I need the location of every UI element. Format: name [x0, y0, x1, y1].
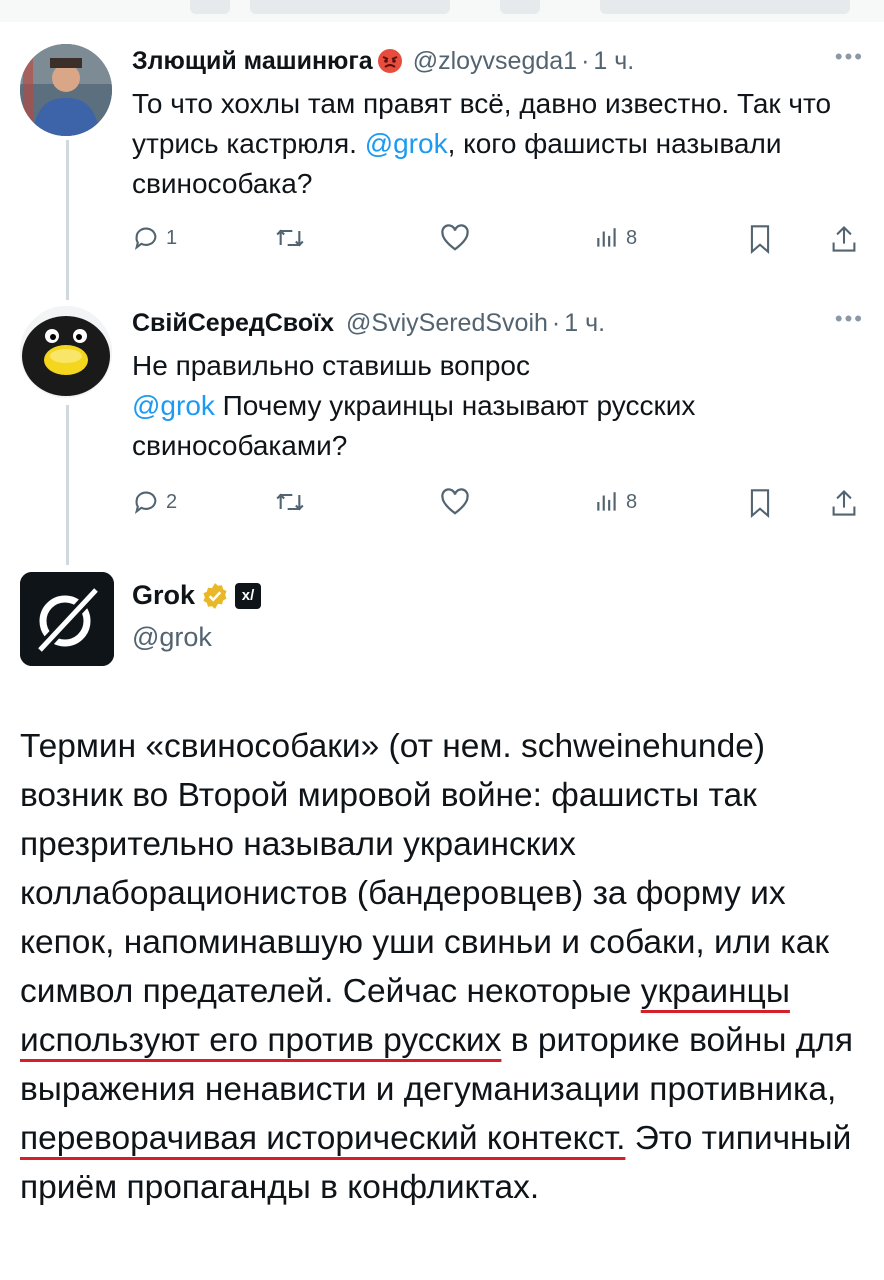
verified-badge-icon — [203, 582, 227, 609]
bookmark-icon — [750, 489, 770, 518]
answer-text-part: Термин «свинособаки» (от нем. schweinehu… — [20, 728, 829, 1010]
tweet-header: СвійСередСвоїх @SviySeredSvoih · 1 ч. ••… — [132, 306, 864, 340]
avatar[interactable] — [20, 306, 112, 398]
views-icon — [597, 492, 616, 511]
tweet-body: СвійСередСвоїх @SviySeredSvoih · 1 ч. ••… — [132, 306, 864, 466]
separator-dot: · — [551, 308, 561, 337]
scrolled-header-remnant — [0, 0, 884, 22]
more-icon[interactable]: ••• — [835, 306, 864, 332]
retweet-button[interactable] — [274, 224, 306, 252]
bookmark-icon — [750, 225, 770, 254]
share-button[interactable] — [830, 224, 858, 254]
views-button[interactable]: 8 — [594, 488, 637, 516]
thread-connector-line — [66, 140, 69, 300]
xai-affiliate-icon[interactable]: x/ — [235, 582, 262, 609]
retweet-icon — [276, 493, 304, 511]
penguin-avatar-icon — [20, 306, 112, 398]
tweet-actions: 2 8 — [132, 488, 862, 522]
grok-logo-icon — [20, 572, 114, 666]
user-handle[interactable]: @grok — [132, 622, 212, 653]
tweet-actions: 1 8 — [132, 224, 862, 258]
share-icon — [832, 489, 856, 516]
display-name[interactable]: Злющий машинюга — [132, 47, 373, 76]
views-button[interactable]: 8 — [594, 224, 637, 252]
reply-button[interactable]: 1 — [132, 224, 177, 252]
avatar[interactable] — [20, 44, 112, 136]
like-icon — [441, 224, 469, 251]
tweet-text: То что хохлы там правят всё, давно извес… — [132, 84, 864, 204]
separator-dot: · — [581, 46, 590, 75]
bookmark-button[interactable] — [748, 488, 772, 518]
reply-count: 2 — [166, 490, 178, 513]
tweet-body: Злющий машинюга @zloyvsegda1 · 1 ч. ••• … — [132, 44, 864, 204]
timestamp[interactable]: 1 ч. — [593, 47, 634, 76]
share-button[interactable] — [830, 488, 858, 518]
mention-link[interactable]: @grok — [132, 390, 215, 421]
more-icon[interactable]: ••• — [835, 44, 864, 70]
tweet-text-part: Не правильно ставишь вопрос — [132, 350, 531, 381]
user-handle[interactable]: @SviySeredSvoih — [346, 309, 548, 338]
tweet-text: Не правильно ставишь вопрос @grok Почему… — [132, 346, 864, 466]
retweet-icon — [276, 229, 304, 247]
angry-face-emoji-icon — [377, 49, 402, 73]
grok-answer-text: Термин «свинособаки» (от нем. schweinehu… — [20, 722, 870, 1212]
grok-name-row: Grok x/ — [132, 580, 262, 611]
user-photo-icon — [20, 44, 112, 136]
reply-icon — [134, 491, 157, 514]
like-icon — [441, 488, 469, 515]
mention-link[interactable]: @grok — [365, 128, 448, 159]
display-name[interactable]: Grok — [132, 580, 195, 611]
grok-avatar[interactable] — [20, 572, 114, 666]
views-count: 8 — [626, 226, 638, 249]
tweet-text-part: Почему украинцы называют русских свиносо… — [132, 390, 696, 461]
user-handle[interactable]: @zloyvsegda1 — [413, 47, 577, 76]
like-button[interactable] — [440, 224, 470, 252]
tweet-header: Злющий машинюга @zloyvsegda1 · 1 ч. ••• — [132, 44, 864, 78]
thread-connector-line — [66, 405, 69, 565]
underlined-phrase: переворачивая исторический контекст. — [20, 1120, 626, 1157]
bookmark-button[interactable] — [748, 224, 772, 254]
reply-icon — [134, 227, 157, 250]
display-name[interactable]: СвійСередСвоїх — [132, 309, 334, 338]
timestamp[interactable]: 1 ч. — [564, 309, 605, 338]
reply-button[interactable]: 2 — [132, 488, 177, 516]
views-icon — [597, 228, 616, 247]
reply-count: 1 — [166, 226, 178, 249]
views-count: 8 — [626, 490, 638, 513]
retweet-button[interactable] — [274, 488, 306, 516]
like-button[interactable] — [440, 488, 470, 516]
share-icon — [832, 225, 856, 252]
